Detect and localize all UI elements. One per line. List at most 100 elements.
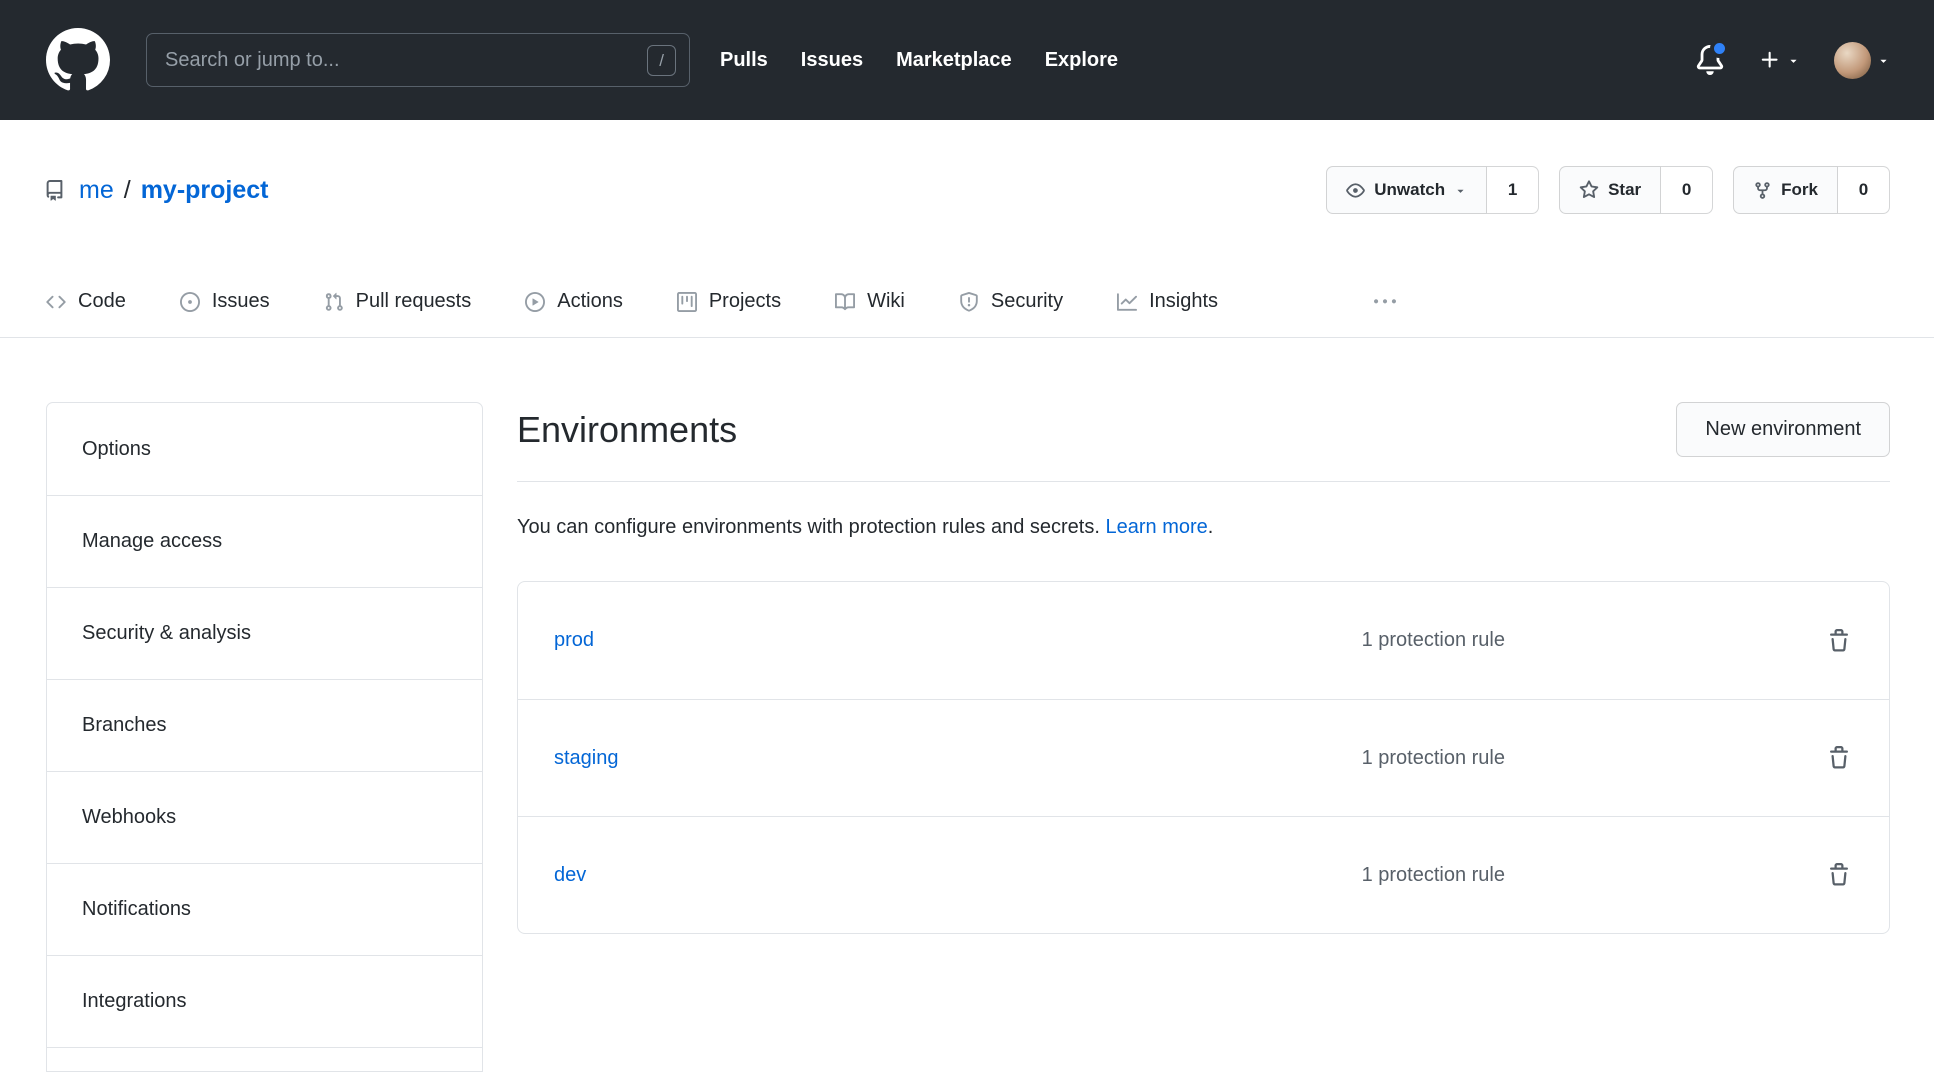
sidebar-item-manage-access[interactable]: Manage access [47, 495, 482, 587]
fork-button[interactable]: Fork [1733, 166, 1838, 214]
search-shortcut-hint: / [647, 45, 676, 76]
unwatch-button[interactable]: Unwatch [1326, 166, 1487, 214]
sidebar-item-branches[interactable]: Branches [47, 679, 482, 771]
triangle-down-icon [1454, 184, 1467, 197]
star-group: Star 0 [1559, 166, 1713, 214]
tab-label: Wiki [867, 290, 905, 313]
shield-icon [959, 292, 979, 312]
nav-explore[interactable]: Explore [1045, 49, 1118, 72]
description-text: You can configure environments with prot… [517, 516, 1100, 538]
trash-icon [1827, 863, 1851, 887]
breadcrumb: me / my-project [44, 176, 269, 205]
sidebar-item-clipped[interactable] [47, 1047, 482, 1071]
environment-link-staging[interactable]: staging [554, 747, 1362, 770]
watch-count[interactable]: 1 [1487, 166, 1539, 214]
tab-pull-requests[interactable]: Pull requests [304, 268, 492, 337]
tab-wiki[interactable]: Wiki [815, 268, 925, 337]
repo-icon [44, 180, 65, 201]
book-icon [835, 292, 855, 312]
protection-rule-count: 1 protection rule [1362, 747, 1505, 770]
protection-rule-count: 1 protection rule [1362, 629, 1505, 652]
delete-environment-button[interactable] [1827, 629, 1851, 653]
chevron-down-icon [1877, 54, 1890, 67]
environment-row: prod 1 protection rule [518, 582, 1889, 699]
search-input[interactable] [165, 49, 647, 72]
environments-description: You can configure environments with prot… [517, 516, 1890, 539]
environments-list: prod 1 protection rule staging 1 protect… [517, 581, 1890, 934]
chevron-down-icon [1787, 54, 1800, 67]
unread-indicator [1710, 39, 1729, 58]
tab-projects[interactable]: Projects [657, 268, 801, 337]
subhead: Environments New environment [517, 402, 1890, 482]
breadcrumb-owner[interactable]: me [79, 176, 114, 205]
delete-environment-button[interactable] [1827, 746, 1851, 770]
issue-opened-icon [180, 292, 200, 312]
create-new-button[interactable] [1759, 49, 1800, 71]
sidebar-item-options[interactable]: Options [47, 403, 482, 495]
tab-code[interactable]: Code [26, 268, 146, 337]
search-box[interactable]: / [146, 33, 690, 87]
project-icon [677, 292, 697, 312]
header-right [1695, 42, 1890, 79]
watch-group: Unwatch 1 [1326, 166, 1539, 214]
tab-overflow[interactable] [1362, 269, 1408, 337]
sidebar-item-integrations[interactable]: Integrations [47, 955, 482, 1047]
delete-environment-button[interactable] [1827, 863, 1851, 887]
trash-icon [1827, 629, 1851, 653]
settings-menu: Options Manage access Security & analysi… [46, 402, 483, 1072]
breadcrumb-separator: / [124, 176, 131, 205]
star-label: Star [1608, 180, 1641, 200]
notifications-button[interactable] [1695, 45, 1725, 75]
tab-label: Actions [557, 290, 623, 313]
kebab-horizontal-icon [1374, 291, 1396, 313]
repo-tabs-bar: Code Issues Pull requests Actions Projec… [0, 268, 1934, 338]
tab-insights[interactable]: Insights [1097, 268, 1238, 337]
play-icon [525, 292, 545, 312]
user-menu[interactable] [1834, 42, 1890, 79]
repo-tabs: Code Issues Pull requests Actions Projec… [26, 268, 1908, 337]
pull-request-icon [324, 292, 344, 312]
fork-count[interactable]: 0 [1838, 166, 1890, 214]
trash-icon [1827, 746, 1851, 770]
tab-security[interactable]: Security [939, 268, 1083, 337]
repo-header: me / my-project Unwatch 1 Star 0 Fork [0, 120, 1934, 214]
environment-link-prod[interactable]: prod [554, 629, 1362, 652]
page-title: Environments [517, 409, 737, 451]
tab-label: Issues [212, 290, 270, 313]
new-environment-button[interactable]: New environment [1676, 402, 1890, 457]
header-nav: Pulls Issues Marketplace Explore [720, 49, 1118, 72]
star-count[interactable]: 0 [1661, 166, 1713, 214]
tab-label: Security [991, 290, 1063, 313]
environment-row: dev 1 protection rule [518, 816, 1889, 933]
star-icon [1579, 180, 1599, 200]
sidebar-item-webhooks[interactable]: Webhooks [47, 771, 482, 863]
nav-issues[interactable]: Issues [801, 49, 863, 72]
tab-actions[interactable]: Actions [505, 268, 643, 337]
global-header: / Pulls Issues Marketplace Explore [0, 0, 1934, 120]
sidebar-item-security-analysis[interactable]: Security & analysis [47, 587, 482, 679]
sidebar-item-notifications[interactable]: Notifications [47, 863, 482, 955]
protection-rule-count: 1 protection rule [1362, 864, 1505, 887]
tab-label: Pull requests [356, 290, 472, 313]
nav-marketplace[interactable]: Marketplace [896, 49, 1012, 72]
fork-icon [1753, 181, 1772, 200]
learn-more-link[interactable]: Learn more [1105, 516, 1207, 538]
description-period: . [1208, 516, 1214, 538]
code-icon [46, 292, 66, 312]
breadcrumb-repo-name[interactable]: my-project [141, 176, 269, 205]
star-button[interactable]: Star [1559, 166, 1661, 214]
tab-label: Projects [709, 290, 781, 313]
eye-icon [1346, 181, 1365, 200]
settings-sidebar: Options Manage access Security & analysi… [46, 402, 483, 1072]
fork-group: Fork 0 [1733, 166, 1890, 214]
environment-link-dev[interactable]: dev [554, 864, 1362, 887]
nav-pulls[interactable]: Pulls [720, 49, 768, 72]
unwatch-label: Unwatch [1374, 180, 1445, 200]
github-logo[interactable] [46, 28, 110, 92]
settings-page: Options Manage access Security & analysi… [0, 338, 1934, 1072]
avatar [1834, 42, 1871, 79]
tab-label: Insights [1149, 290, 1218, 313]
tab-issues[interactable]: Issues [160, 268, 290, 337]
github-mark-icon [46, 28, 110, 92]
tab-label: Code [78, 290, 126, 313]
